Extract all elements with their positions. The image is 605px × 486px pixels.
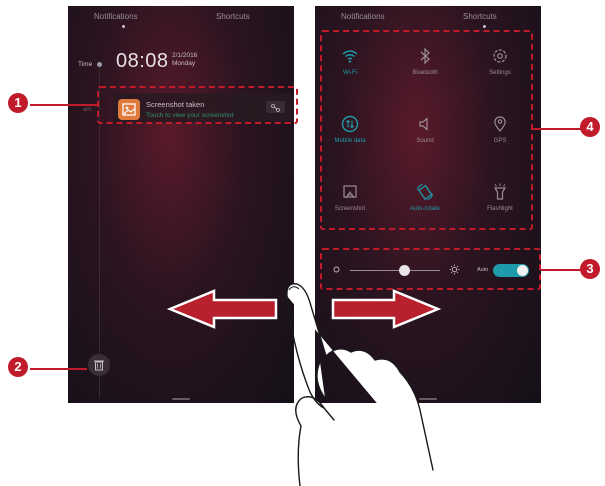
callout-1-leader	[30, 104, 98, 106]
clock: 08:08	[116, 50, 169, 72]
tab-shortcuts[interactable]: Shortcuts	[216, 12, 250, 21]
am-label: am	[83, 107, 92, 113]
tab-notifications[interactable]: Notifications	[341, 12, 385, 21]
callout-3: 3	[580, 259, 600, 279]
active-tab-indicator	[122, 25, 125, 28]
shortcuts-highlight	[320, 30, 533, 230]
tab-notifications[interactable]: Notifications	[94, 12, 138, 21]
callout-1: 1	[8, 93, 28, 113]
callout-4-leader	[533, 128, 581, 130]
callout-2: 2	[8, 357, 28, 377]
brightness-highlight	[320, 248, 541, 290]
tab-shortcuts[interactable]: Shortcuts	[463, 12, 497, 21]
timeline-dot-icon	[97, 62, 102, 67]
callout-4: 4	[580, 117, 600, 137]
notification-highlight	[97, 86, 298, 124]
weekday: Monday	[172, 60, 196, 67]
notification-panel-screen: Notifications Shortcuts Time 08:08 2/1/2…	[68, 6, 294, 403]
panel-tabs: Notifications Shortcuts	[315, 6, 541, 32]
callout-2-leader	[30, 368, 87, 370]
home-indicator	[419, 398, 437, 400]
trash-icon[interactable]	[88, 354, 110, 376]
time-label: Time	[78, 61, 93, 68]
date: 2/1/2016	[172, 52, 198, 59]
home-indicator	[172, 398, 190, 400]
date-block: 2/1/2016 Monday	[172, 52, 197, 68]
callout-3-leader	[541, 269, 581, 271]
panel-tabs: Notifications Shortcuts	[68, 6, 294, 32]
active-tab-indicator	[483, 25, 486, 28]
